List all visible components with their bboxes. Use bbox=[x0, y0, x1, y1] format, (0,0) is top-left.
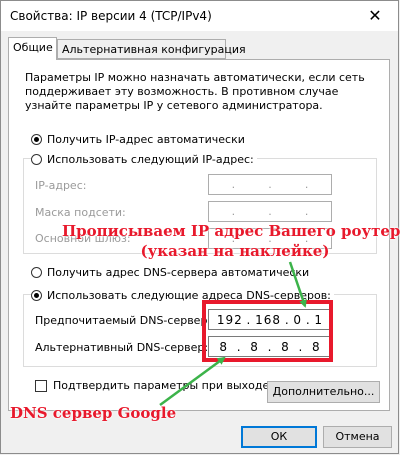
radio-ip-manual-indicator[interactable] bbox=[31, 154, 42, 165]
tab-general[interactable]: Общие bbox=[8, 37, 57, 60]
subnet-label: Маска подсети: bbox=[35, 206, 126, 219]
router-annotation-line2: (указан на наклейке) bbox=[140, 242, 330, 260]
tab-general-label: Общие bbox=[13, 41, 53, 54]
radio-ip-auto[interactable]: Получить IP-адрес автоматически bbox=[31, 133, 245, 146]
validate-settings-label: Подтвердить параметры при выходе bbox=[53, 379, 270, 392]
radio-dns-manual-indicator[interactable] bbox=[31, 290, 42, 301]
radio-dns-auto-label: Получить адрес DNS-сервера автоматически bbox=[47, 266, 310, 279]
radio-ip-auto-label: Получить IP-адрес автоматически bbox=[47, 133, 245, 146]
google-dns-annotation: DNS сервер Google bbox=[10, 404, 177, 422]
preferred-dns-input[interactable]: 192. 168. 0. 1 bbox=[208, 309, 332, 330]
radio-dns-manual[interactable]: Использовать следующие адреса DNS-сервер… bbox=[31, 289, 334, 302]
validate-settings-box[interactable] bbox=[35, 379, 47, 392]
description-text: Параметры IP можно назначать автоматичес… bbox=[25, 71, 365, 112]
radio-dns-manual-label: Использовать следующие адреса DNS-сервер… bbox=[47, 289, 331, 302]
close-icon[interactable]: ✕ bbox=[352, 1, 398, 31]
preferred-dns-label: Предпочитаемый DNS-сервер: bbox=[35, 314, 212, 327]
window-title: Свойства: IP версии 4 (TCP/IPv4) bbox=[10, 9, 212, 23]
ip-address-input[interactable]: ... bbox=[208, 174, 332, 195]
radio-dns-auto[interactable]: Получить адрес DNS-сервера автоматически bbox=[31, 266, 309, 279]
alternate-dns-label: Альтернативный DNS-сервер: bbox=[35, 341, 209, 354]
radio-ip-auto-indicator[interactable] bbox=[31, 134, 42, 145]
alternate-dns-input[interactable]: 8.8.8.8 bbox=[208, 336, 332, 357]
advanced-button[interactable]: Дополнительно... bbox=[267, 381, 380, 403]
validate-settings-checkbox[interactable]: Подтвердить параметры при выходе bbox=[35, 379, 269, 392]
radio-ip-manual-label: Использовать следующий IP-адрес: bbox=[47, 153, 254, 166]
title-bar: Свойства: IP версии 4 (TCP/IPv4) ✕ bbox=[1, 1, 398, 31]
router-annotation-line1: Прописываем IP адрес Вашего роутера bbox=[62, 222, 400, 240]
subnet-input[interactable]: ... bbox=[208, 201, 332, 222]
tab-alternate-config[interactable]: Альтернативная конфигурация bbox=[57, 39, 246, 59]
radio-dns-auto-indicator[interactable] bbox=[31, 267, 42, 278]
radio-ip-manual[interactable]: Использовать следующий IP-адрес: bbox=[31, 153, 257, 166]
tab-alternate-config-label: Альтернативная конфигурация bbox=[62, 43, 246, 56]
ip-address-label: IP-адрес: bbox=[35, 179, 87, 192]
ok-button[interactable]: ОК bbox=[241, 426, 317, 448]
cancel-button[interactable]: Отмена bbox=[323, 426, 392, 448]
